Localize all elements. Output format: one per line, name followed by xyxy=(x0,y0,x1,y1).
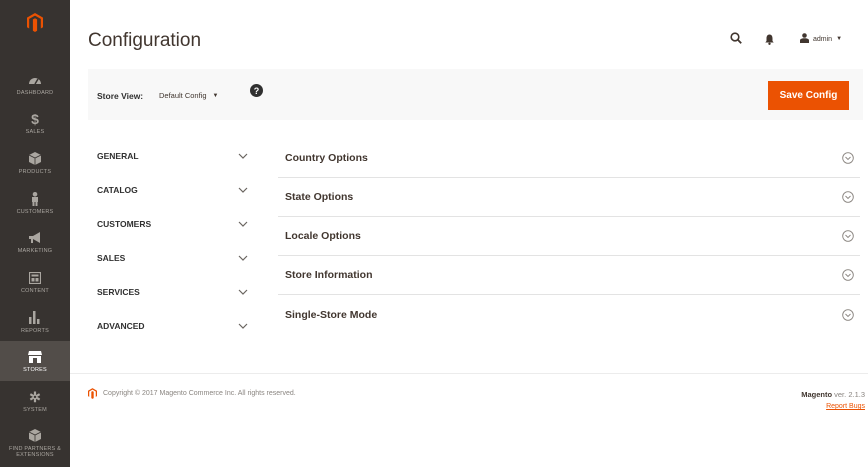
dollar-icon: $ xyxy=(31,110,39,127)
sidebar-item-label: SALES xyxy=(25,128,45,135)
expand-circle-icon[interactable] xyxy=(842,152,854,164)
sidebar-item-reports[interactable]: REPORTS xyxy=(0,302,70,342)
sidebar-item-label: REPORTS xyxy=(21,327,49,334)
dashboard-icon xyxy=(28,73,42,87)
chevron-down-icon xyxy=(238,187,248,193)
sidebar-item-label: PRODUCTS xyxy=(18,168,52,175)
sidebar-item-label: SYSTEM xyxy=(23,406,47,413)
bell-icon[interactable] xyxy=(765,32,774,50)
store-view-switcher[interactable]: Default Config ▼ xyxy=(159,91,218,100)
tab-sales[interactable]: SALES xyxy=(88,241,267,275)
section-locale-options[interactable]: Locale Options xyxy=(278,217,860,256)
version-text: ver. 2.1.3 xyxy=(834,390,865,399)
cube-icon xyxy=(28,429,42,443)
caret-down-icon: ▼ xyxy=(212,92,219,99)
sidebar-item-marketing[interactable]: MARKETING xyxy=(0,222,70,262)
sidebar-item-label: STORES xyxy=(23,366,47,373)
tab-label: CUSTOMERS xyxy=(97,219,152,229)
sidebar-item-label: MARKETING xyxy=(17,247,53,254)
tab-label: SERVICES xyxy=(97,287,140,297)
expand-circle-icon[interactable] xyxy=(842,230,854,242)
admin-username: admin xyxy=(813,35,833,43)
expand-circle-icon[interactable] xyxy=(842,269,854,281)
section-title: Country Options xyxy=(285,152,368,164)
section-state-options[interactable]: State Options xyxy=(278,178,860,217)
chevron-down-icon xyxy=(238,153,248,159)
store-icon xyxy=(28,350,42,364)
section-store-information[interactable]: Store Information xyxy=(278,256,860,295)
sidebar-item-system[interactable]: ✲ SYSTEM xyxy=(0,381,70,421)
sidebar-item-partners[interactable]: FIND PARTNERS & EXTENSIONS xyxy=(0,420,70,466)
layout-icon xyxy=(28,271,42,285)
footer-copyright: Copyright © 2017 Magento Commerce Inc. A… xyxy=(88,388,296,399)
section-title: Store Information xyxy=(285,269,373,281)
report-bugs-link[interactable]: Report Bugs xyxy=(770,403,865,410)
sidebar-item-label: CONTENT xyxy=(21,287,49,294)
caret-down-icon: ▼ xyxy=(836,36,843,42)
admin-user-menu[interactable]: admin ▼ xyxy=(800,33,842,45)
sidebar-item-dashboard[interactable]: DASHBOARD xyxy=(0,64,70,104)
sidebar-item-content[interactable]: CONTENT xyxy=(0,262,70,302)
save-config-button[interactable]: Save Config xyxy=(768,81,849,110)
page-title: Configuration xyxy=(88,30,202,51)
tab-label: GENERAL xyxy=(97,151,139,161)
sidebar-item-sales[interactable]: $ SALES xyxy=(0,103,70,143)
footer-brand: Magento xyxy=(801,390,833,399)
chevron-down-icon xyxy=(238,255,248,261)
user-icon xyxy=(800,33,809,45)
gear-icon: ✲ xyxy=(29,388,41,405)
footer-divider xyxy=(70,373,868,374)
sidebar-item-label: FIND PARTNERS & EXTENSIONS xyxy=(9,445,61,458)
copyright-text: Copyright © 2017 Magento Commerce Inc. A… xyxy=(103,390,296,397)
section-title: Single-Store Mode xyxy=(285,308,378,321)
chevron-down-icon xyxy=(238,289,248,295)
section-single-store-mode[interactable]: Single-Store Mode xyxy=(278,295,860,334)
sidebar-item-products[interactable]: PRODUCTS xyxy=(0,143,70,183)
footer-version: Magento ver. 2.1.3 xyxy=(770,390,865,399)
sidebar-item-stores[interactable]: STORES xyxy=(0,341,70,381)
magento-logo-icon xyxy=(27,12,43,32)
tab-catalog[interactable]: CATALOG xyxy=(88,173,267,207)
tab-advanced[interactable]: ADVANCED xyxy=(88,309,267,343)
magento-logo[interactable] xyxy=(0,0,70,44)
expand-circle-icon[interactable] xyxy=(842,191,854,203)
tab-services[interactable]: SERVICES xyxy=(88,275,267,309)
section-title: Locale Options xyxy=(285,230,361,242)
section-country-options[interactable]: Country Options xyxy=(278,139,860,178)
expand-circle-icon[interactable] xyxy=(842,308,854,321)
tab-customers[interactable]: CUSTOMERS xyxy=(88,207,267,241)
chevron-down-icon xyxy=(238,221,248,227)
tab-general[interactable]: GENERAL xyxy=(88,139,267,173)
search-icon[interactable] xyxy=(730,31,742,49)
tab-label: ADVANCED xyxy=(97,321,145,331)
megaphone-icon xyxy=(28,231,42,245)
chevron-down-icon xyxy=(238,323,248,329)
bar-chart-icon xyxy=(28,311,42,325)
help-icon[interactable]: ? xyxy=(250,84,263,97)
sidebar-item-label: CUSTOMERS xyxy=(16,208,54,215)
person-icon xyxy=(28,191,42,206)
admin-sidebar: DASHBOARD $ SALES PRODUCTS CUSTOMERS MAR… xyxy=(0,0,70,467)
store-view-value: Default Config xyxy=(159,91,207,100)
magento-logo-icon xyxy=(88,388,97,399)
sidebar-item-label: DASHBOARD xyxy=(16,89,54,96)
store-view-label: Store View: xyxy=(97,91,144,101)
tab-label: CATALOG xyxy=(97,185,138,195)
section-title: State Options xyxy=(285,191,354,203)
cube-icon xyxy=(28,152,42,166)
store-view-bar: Store View: Default Config ▼ ? Save Conf… xyxy=(88,69,863,120)
sidebar-item-customers[interactable]: CUSTOMERS xyxy=(0,183,70,223)
tab-label: SALES xyxy=(97,253,126,263)
